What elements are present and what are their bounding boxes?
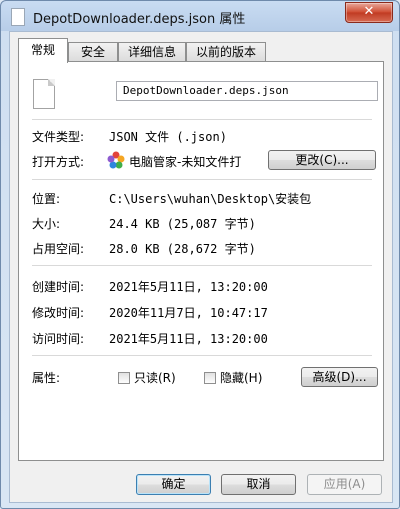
accessed-label: 访问时间: [32,332,85,346]
file-name-field[interactable]: DepotDownloader.deps.json [116,81,378,101]
modified-label: 修改时间: [32,306,85,320]
title-bar[interactable]: DepotDownloader.deps.json 属性 ✕ [1,1,399,31]
readonly-label[interactable]: 只读(R) [134,369,176,386]
modified-value: 2020年11月7日, 10:47:17 [109,306,268,320]
document-icon [33,79,55,109]
location-label: 位置: [32,192,61,206]
properties-window: DepotDownloader.deps.json 属性 ✕ 常规 安全 详细信… [0,0,400,509]
dialog-body: 常规 安全 详细信息 以前的版本 DepotDownloader.deps.js… [9,31,393,503]
pc-manager-app-icon [107,151,125,169]
tab-details[interactable]: 详细信息 [118,42,186,61]
divider [32,355,372,356]
open-with-app: 电脑管家-未知文件打 [129,155,242,169]
tab-security[interactable]: 安全 [68,42,118,61]
close-button[interactable]: ✕ [345,2,393,23]
hidden-label[interactable]: 隐藏(H) [220,369,262,386]
ok-button[interactable]: 确定 [136,474,211,495]
general-panel: DepotDownloader.deps.json 文件类型: JSON 文件 … [18,61,384,461]
divider [32,119,372,120]
size-on-disk-label: 占用空间: [32,242,85,256]
window-title: DepotDownloader.deps.json 属性 [33,12,246,27]
location-value: C:\Users\wuhan\Desktop\安装包 [109,192,312,206]
created-label: 创建时间: [32,280,85,294]
change-button[interactable]: 更改(C)... [268,150,376,170]
file-icon [11,8,25,26]
hidden-checkbox[interactable] [204,372,216,384]
cancel-button[interactable]: 取消 [221,474,296,495]
file-type-label: 文件类型: [32,130,85,144]
attributes-label: 属性: [32,371,61,385]
divider [32,179,372,180]
readonly-checkbox[interactable] [118,372,130,384]
apply-button[interactable]: 应用(A) [307,474,382,495]
open-with-label: 打开方式: [32,155,85,169]
advanced-button[interactable]: 高级(D)... [301,367,378,387]
size-label: 大小: [32,217,61,231]
size-on-disk-value: 28.0 KB (28,672 字节) [109,242,256,256]
file-type-value: JSON 文件 (.json) [109,130,227,144]
tab-previous-versions[interactable]: 以前的版本 [186,42,266,61]
size-value: 24.4 KB (25,087 字节) [109,217,256,231]
divider [32,265,372,266]
created-value: 2021年5月11日, 13:20:00 [109,280,268,294]
tab-general[interactable]: 常规 [18,38,68,63]
accessed-value: 2021年5月11日, 13:20:00 [109,332,268,346]
